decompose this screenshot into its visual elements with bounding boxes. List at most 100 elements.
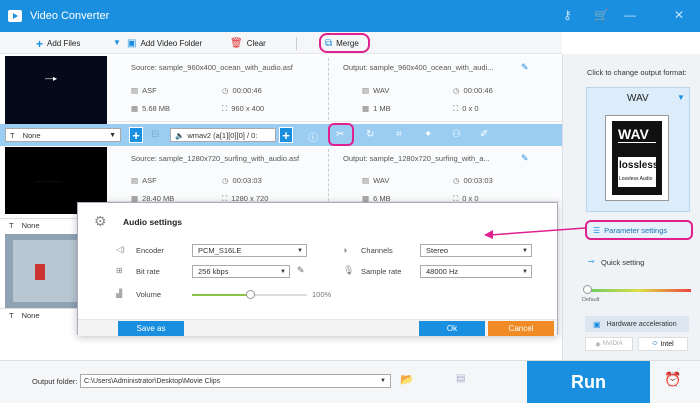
default-label: Default	[582, 297, 600, 303]
out-format: ▤ WAV	[362, 176, 389, 185]
quick-setting-slider[interactable]	[587, 289, 691, 292]
alarm-clock-icon[interactable]: ⏰	[664, 371, 681, 388]
out-format-value: WAV	[373, 176, 390, 185]
chevron-down-icon: ▼	[522, 247, 528, 254]
browse-folder-icon[interactable]: 📂	[400, 373, 414, 386]
open-folder-icon[interactable]: ▤	[456, 373, 465, 384]
run-button[interactable]: Run	[527, 361, 650, 403]
add-subtitle-button[interactable]: +	[129, 127, 143, 143]
channels-select[interactable]: Stereo ▼	[420, 244, 532, 257]
key-icon[interactable]: ⚷	[563, 8, 572, 22]
out-size-value: 1 MB	[373, 104, 391, 113]
format-hint: Click to change output format:	[587, 68, 687, 77]
audio-track-select[interactable]: 🔈 wmav2 (a[1][0][0] / 0:	[170, 128, 276, 142]
app-title: Video Converter	[30, 10, 110, 22]
format-icon: ▤	[362, 86, 370, 95]
intel-badge[interactable]: ⬭ Intel	[638, 337, 688, 351]
subtitle-edit-icon[interactable]: ⊟	[151, 129, 159, 140]
src-duration: ◷ 00:00:46	[222, 86, 262, 95]
add-audio-button[interactable]: +	[279, 127, 293, 143]
samplerate-value: 48000 Hz	[426, 267, 459, 276]
crop-icon[interactable]: ⌗	[396, 129, 402, 140]
volume-slider-handle[interactable]	[245, 290, 255, 299]
rotate-icon[interactable]: ↻	[366, 129, 374, 140]
hardware-acceleration-button[interactable]: ▣ Hardware acceleration	[585, 316, 689, 332]
close-icon[interactable]: ✕	[674, 8, 684, 22]
ok-button[interactable]: Ok	[419, 321, 485, 336]
clock-icon: ◷	[222, 176, 229, 185]
chip-icon: ▣	[593, 319, 601, 329]
minimize-icon[interactable]: —	[624, 8, 636, 22]
subtitle-edit-pen-icon[interactable]: ✐	[480, 129, 488, 140]
cancel-button[interactable]: Cancel	[488, 321, 554, 336]
dropdown-arrow-icon[interactable]: ▼	[113, 38, 121, 47]
encoder-select[interactable]: PCM_S16LE ▼	[192, 244, 307, 257]
dialog-title: Audio settings	[123, 217, 183, 227]
src-size-value: 5.68 MB	[142, 104, 171, 113]
src-resolution: ⛶ 960 x 400	[222, 104, 264, 114]
bitrate-select[interactable]: 256 kbps ▼	[192, 265, 290, 278]
add-files-label: Add Files	[47, 39, 81, 48]
item-subtitle-value: None	[21, 311, 40, 320]
info-icon[interactable]: ⓘ	[308, 129, 318, 144]
out-duration-value: 00:00:46	[463, 86, 493, 95]
chevron-down-icon: ▼	[109, 131, 116, 139]
add-video-folder-button[interactable]: ▣ Add Video Folder	[127, 36, 202, 51]
encoder-value: PCM_S16LE	[198, 246, 242, 255]
video-thumbnail[interactable]: —▸	[5, 56, 107, 124]
clock-icon: ◷	[453, 176, 460, 185]
src-duration-value: 00:03:03	[232, 176, 262, 185]
volume-label: Volume	[136, 290, 162, 299]
clock-icon: ◷	[453, 86, 460, 95]
channels-icon: ◑	[342, 245, 348, 255]
row-divider	[328, 58, 329, 120]
cut-highlight-ring	[328, 123, 354, 146]
format-selector[interactable]: WAV ▼ WAV lossless Lossless Audio	[586, 87, 690, 212]
edit-output-icon[interactable]: ✎	[521, 153, 529, 164]
output-path-field[interactable]: C:\Users\Administrator\Desktop\Movie Cli…	[80, 374, 391, 388]
format-icon-text: WAV	[618, 126, 656, 143]
lossless-caption: Lossless Audio	[619, 176, 653, 182]
samplerate-select[interactable]: 48000 Hz ▼	[420, 265, 532, 278]
edit-output-icon[interactable]: ✎	[521, 62, 529, 73]
clear-button[interactable]: 🗑 Clear	[230, 36, 266, 51]
source-filename: Source: sample_960x400_ocean_with_audio.…	[131, 63, 293, 72]
src-format-value: ASF	[142, 176, 157, 185]
audio-track-select-value: wmav2 (a[1][0][0] / 0:	[187, 130, 258, 140]
volume-slider-fill	[192, 294, 250, 296]
nvidia-label: NVIDIA	[602, 341, 623, 347]
parameter-settings-button[interactable]: ☰ Parameter settings	[585, 220, 693, 240]
subtitle-select[interactable]: T None ▼	[5, 128, 121, 142]
src-format: ▤ ASF	[131, 86, 157, 95]
pointer-arrow	[484, 227, 586, 239]
wav-format-icon: WAV lossless Lossless Audio	[605, 115, 669, 201]
clear-label: Clear	[246, 39, 266, 48]
custom-bitrate-pencil-icon[interactable]: ✎	[297, 265, 305, 276]
out-duration: ◷ 00:03:03	[453, 176, 493, 185]
save-as-button[interactable]: Save as	[118, 321, 184, 336]
quick-setting-handle[interactable]	[583, 285, 592, 294]
row-divider	[328, 149, 329, 201]
thumbnail-person	[35, 264, 45, 280]
title-bar: Video Converter ⚷ 🛒 — ✕	[0, 0, 700, 32]
nvidia-badge[interactable]: ◉ NVIDIA	[585, 337, 633, 351]
bitrate-value: 256 kbps	[198, 267, 229, 276]
trash-icon: 🗑	[230, 38, 243, 49]
channels-value: Stereo	[426, 246, 449, 255]
format-card: WAV lossless Lossless Audio	[612, 121, 662, 195]
add-files-button[interactable]: + Add Files	[36, 36, 80, 51]
watermark-icon[interactable]: ⚇	[452, 129, 461, 140]
chevron-down-icon: ▼	[280, 268, 286, 275]
thumbnail-caption: · · · · · · · · ·	[35, 179, 62, 185]
nvidia-logo-icon: ◉	[595, 341, 601, 348]
cart-icon[interactable]: 🛒	[594, 8, 609, 22]
out-resolution: ⛶ 0 x 0	[453, 104, 479, 114]
src-size: ▦ 5.68 MB	[131, 104, 170, 113]
add-video-folder-label: Add Video Folder	[140, 39, 203, 48]
edit-toolbar: T None ▼ + ⊟ 🔈 wmav2 (a[1][0][0] / 0: + …	[0, 124, 562, 146]
src-duration-value: 00:00:46	[232, 86, 262, 95]
toolbar-divider	[296, 37, 297, 50]
output-folder-label: Output folder:	[32, 377, 78, 386]
effect-wand-icon[interactable]: ✦	[424, 129, 432, 140]
out-duration-value: 00:03:03	[463, 176, 493, 185]
